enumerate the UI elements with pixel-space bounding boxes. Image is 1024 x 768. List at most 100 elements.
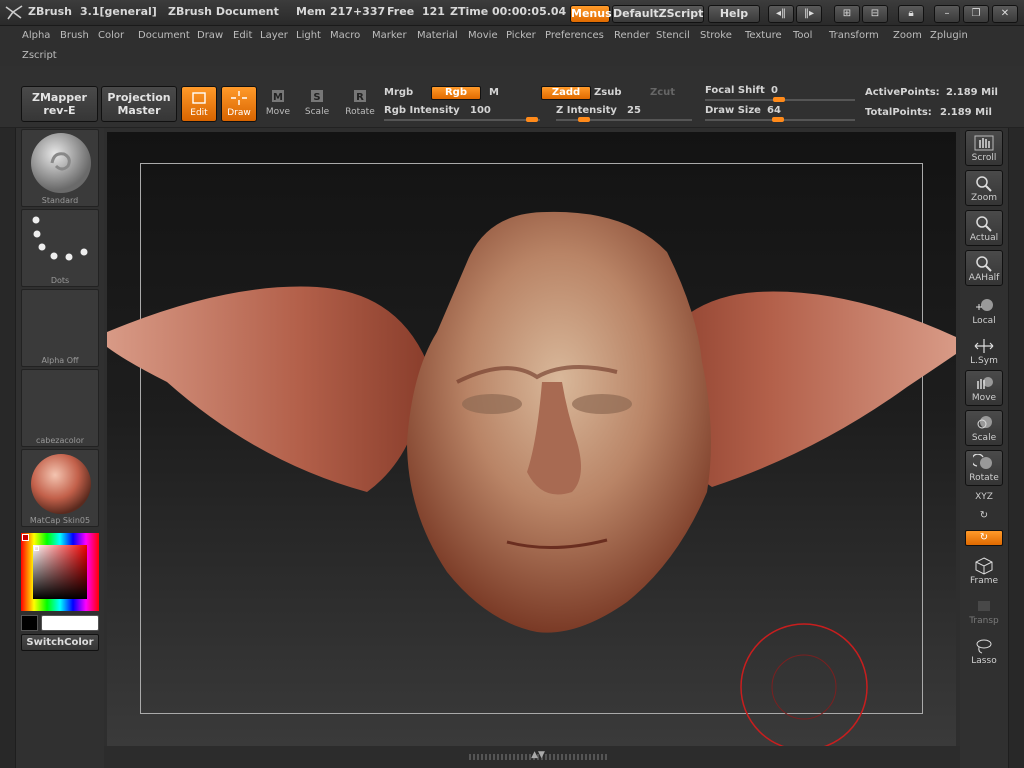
color-picker[interactable] xyxy=(21,533,99,611)
menu-picker[interactable]: Picker xyxy=(506,30,536,41)
zadd-toggle[interactable]: Zadd xyxy=(541,86,591,100)
menu-marker[interactable]: Marker xyxy=(372,30,407,41)
aahalf-label: AAHalf xyxy=(968,273,1000,283)
zcut-toggle[interactable]: Zcut xyxy=(650,87,675,98)
scale-view-button[interactable]: Scale xyxy=(965,410,1003,446)
minimize-icon[interactable]: – xyxy=(934,5,960,23)
menu-color[interactable]: Color xyxy=(98,30,124,41)
menus-button[interactable]: Menus xyxy=(570,5,612,23)
lock-icon[interactable]: 🔒︎ xyxy=(898,5,924,23)
scale-button[interactable]: S Scale xyxy=(299,86,335,122)
close-icon[interactable]: ✕ xyxy=(992,5,1018,23)
texture-tile[interactable]: cabezacolor xyxy=(21,369,99,447)
menu-layer[interactable]: Layer xyxy=(260,30,288,41)
default-zscript-button[interactable]: DefaultZScript xyxy=(612,5,704,23)
bottom-tray-arrow-icon[interactable]: ▲▼ xyxy=(528,750,548,762)
secondary-color-swatch[interactable] xyxy=(41,615,99,631)
menu-alpha[interactable]: Alpha xyxy=(22,30,50,41)
right-panel: Scroll Zoom Actual AAHalf Local L.Sym Mo… xyxy=(960,128,1008,768)
left-tray-handle[interactable] xyxy=(0,128,16,768)
document-canvas[interactable] xyxy=(107,132,956,746)
menu-texture[interactable]: Texture xyxy=(745,30,782,41)
title-bar: ZBrush 3.1[general] ZBrush Document Mem … xyxy=(0,0,1024,26)
move-view-button[interactable]: Move xyxy=(965,370,1003,406)
m-toggle[interactable]: M xyxy=(489,87,499,98)
menu-movie[interactable]: Movie xyxy=(468,30,498,41)
switch-color-button[interactable]: SwitchColor xyxy=(21,634,99,651)
material-tile[interactable]: MatCap Skin05 xyxy=(21,449,99,527)
menu-material[interactable]: Material xyxy=(417,30,458,41)
layout-2-icon[interactable]: ⊟ xyxy=(862,5,888,23)
menu-tool[interactable]: Tool xyxy=(793,30,812,41)
menu-macro[interactable]: Macro xyxy=(330,30,360,41)
zmapper-sub-label: rev-E xyxy=(43,104,76,117)
help-button[interactable]: Help xyxy=(708,5,760,23)
rgb-intensity-knob[interactable] xyxy=(526,117,538,122)
menu-light[interactable]: Light xyxy=(296,30,321,41)
draw-size-knob[interactable] xyxy=(772,117,784,122)
menu-stroke[interactable]: Stroke xyxy=(700,30,732,41)
zmapper-button[interactable]: ZMapper rev-E xyxy=(21,86,98,122)
color-picker-field[interactable] xyxy=(33,545,87,599)
draw-size-value: 64 xyxy=(767,105,781,116)
transp-button[interactable]: Transp xyxy=(965,594,1003,630)
alpha-tile[interactable]: Alpha Off xyxy=(21,289,99,367)
rgb-intensity-slider[interactable] xyxy=(384,119,540,121)
menu-document[interactable]: Document xyxy=(138,30,190,41)
menu-brush[interactable]: Brush xyxy=(60,30,89,41)
app-name: ZBrush xyxy=(28,5,72,18)
menu-transform[interactable]: Transform xyxy=(829,30,879,41)
sculpted-goblin-head xyxy=(107,211,956,633)
layout-1-icon[interactable]: ⊞ xyxy=(834,5,860,23)
edit-icon xyxy=(192,92,206,104)
menu-zplugin[interactable]: Zplugin xyxy=(930,30,968,41)
bottom-tray: ▲▼ xyxy=(104,746,960,768)
restore-icon[interactable]: ❐ xyxy=(963,5,989,23)
z-intensity-value: 25 xyxy=(627,105,641,116)
draw-button[interactable]: Draw xyxy=(221,86,257,122)
aahalf-button[interactable]: AAHalf xyxy=(965,250,1003,286)
menu-stencil[interactable]: Stencil xyxy=(656,30,690,41)
frame-button[interactable]: Frame xyxy=(965,554,1003,590)
z-axis-toggle-icon[interactable]: ↻ xyxy=(965,530,1003,546)
projection-master-button[interactable]: Projection Master xyxy=(101,86,177,122)
menu-zoom[interactable]: Zoom xyxy=(893,30,922,41)
lsym-button[interactable]: L.Sym xyxy=(965,334,1003,370)
rotate-button[interactable]: R Rotate xyxy=(342,86,378,122)
rotate-view-button[interactable]: Rotate xyxy=(965,450,1003,486)
brush-cursor-ring xyxy=(740,623,868,746)
brush-tile[interactable]: Standard xyxy=(21,129,99,207)
brush-name: Standard xyxy=(41,196,79,205)
color-picker-cursor xyxy=(34,546,39,551)
y-axis-icon[interactable]: ↻ xyxy=(965,510,1003,524)
menu-draw[interactable]: Draw xyxy=(197,30,223,41)
lsym-label: L.Sym xyxy=(970,356,998,366)
menu-edit[interactable]: Edit xyxy=(233,30,252,41)
local-button[interactable]: Local xyxy=(965,294,1003,330)
menu-preferences[interactable]: Preferences xyxy=(545,30,604,41)
lasso-icon xyxy=(976,639,992,654)
actual-button[interactable]: Actual xyxy=(965,210,1003,246)
move-button[interactable]: M Move xyxy=(260,86,296,122)
menu-render[interactable]: Render xyxy=(614,30,650,41)
lasso-button[interactable]: Lasso xyxy=(965,634,1003,670)
scroll-button[interactable]: Scroll xyxy=(965,130,1003,166)
scroll-right-icon[interactable]: ‖▸ xyxy=(796,5,822,23)
mrgb-toggle[interactable]: Mrgb xyxy=(384,87,413,98)
right-tray-handle[interactable] xyxy=(1008,128,1024,768)
xyz-toggle[interactable]: XYZ xyxy=(965,492,1003,506)
edit-button[interactable]: Edit xyxy=(181,86,217,122)
zoom-button[interactable]: Zoom xyxy=(965,170,1003,206)
rgb-toggle[interactable]: Rgb xyxy=(431,86,481,100)
scroll-left-icon[interactable]: ◂‖ xyxy=(768,5,794,23)
zsub-toggle[interactable]: Zsub xyxy=(594,87,621,98)
z-intensity-slider[interactable] xyxy=(556,119,692,121)
stroke-tile[interactable]: Dots xyxy=(21,209,99,287)
sculpt-viewport[interactable] xyxy=(107,132,956,746)
z-intensity-knob[interactable] xyxy=(578,117,590,122)
magnifier-actual-icon xyxy=(976,216,992,232)
menu-zscript[interactable]: Zscript xyxy=(22,50,57,61)
xyz-label: XYZ xyxy=(975,492,993,502)
primary-color-swatch[interactable] xyxy=(21,615,38,631)
focal-shift-knob[interactable] xyxy=(773,97,785,102)
